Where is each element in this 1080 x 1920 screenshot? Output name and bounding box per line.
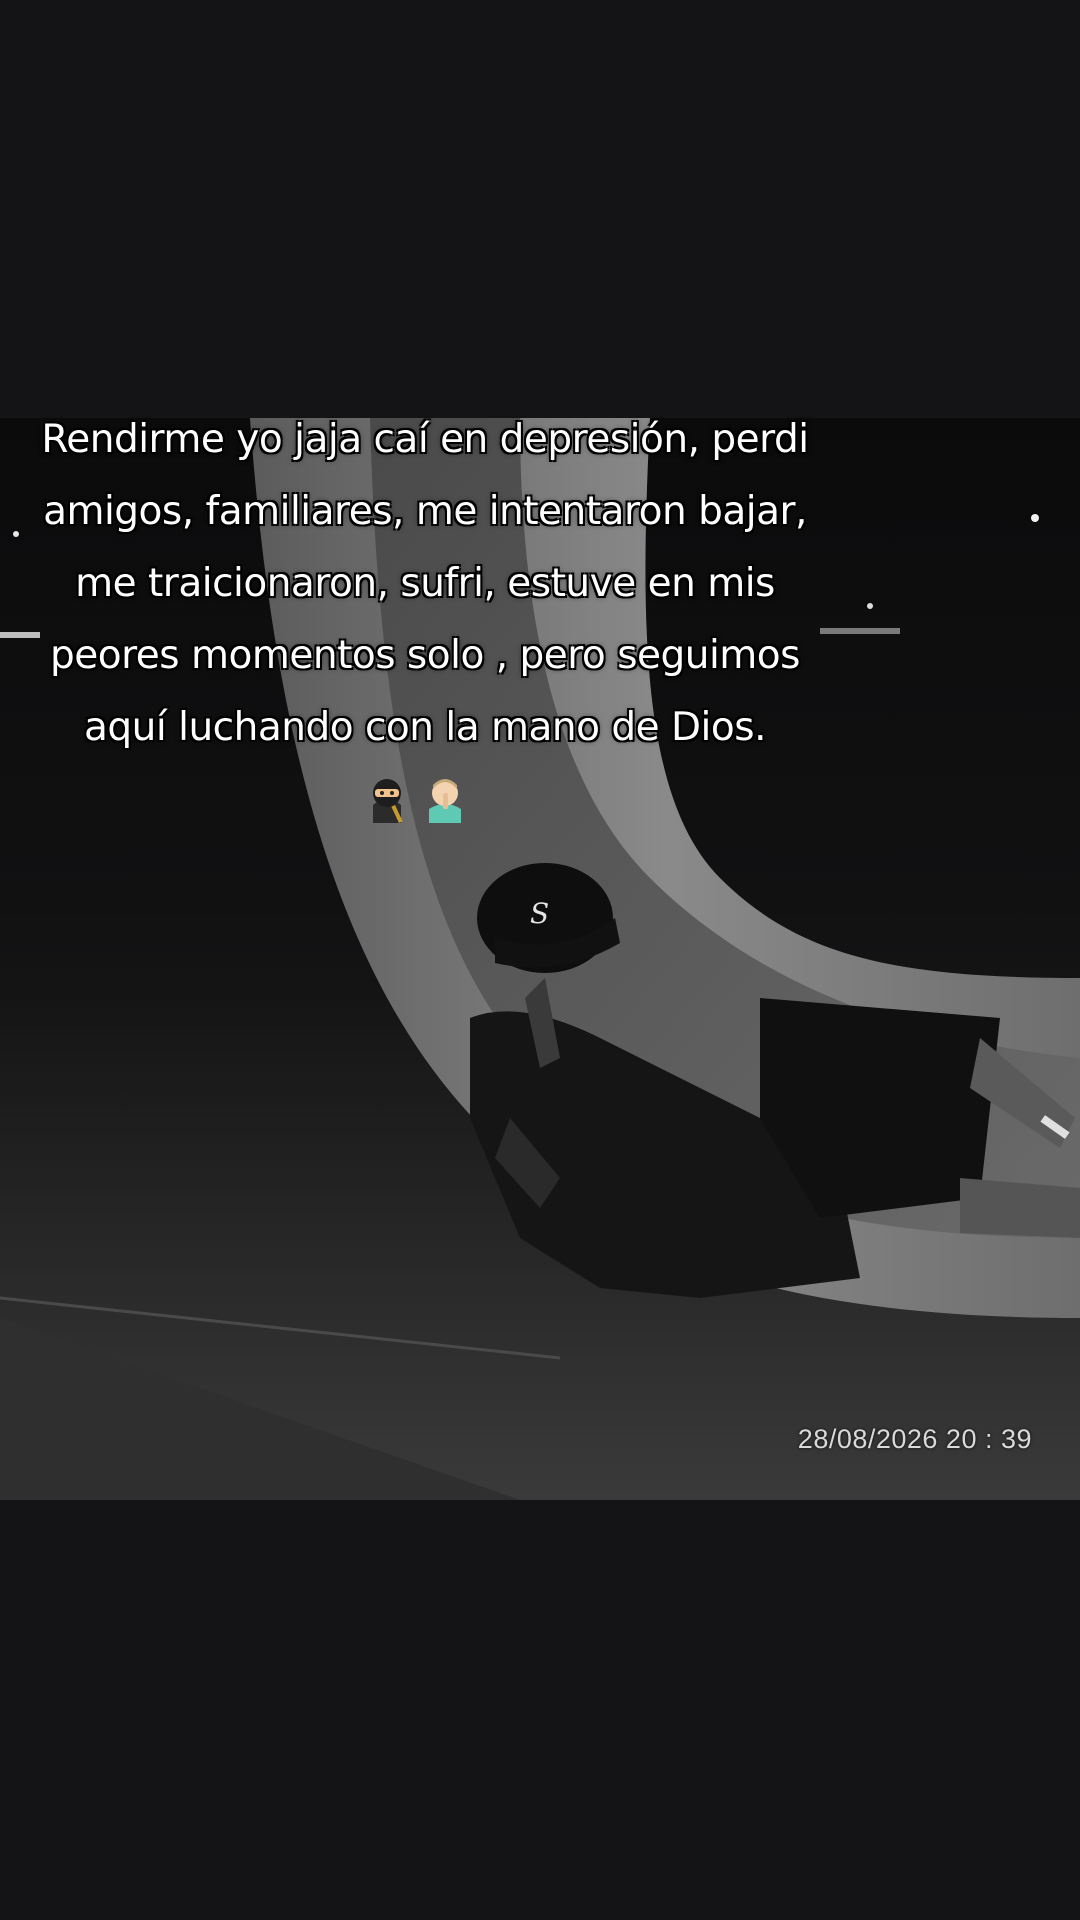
photo-timestamp: 28/08/2026 20 : 39 — [797, 1424, 1032, 1454]
story-caption-text: Rendirme yo jaja caí en depresión, perdi… — [41, 417, 809, 750]
ninja-emoji-icon — [373, 779, 403, 824]
svg-text:S: S — [530, 897, 549, 930]
emoji-row — [365, 772, 485, 828]
person-shushing-icon — [429, 779, 461, 823]
story-screen: S Rendirme yo jaja caí en depresión, per… — [0, 0, 1080, 1920]
